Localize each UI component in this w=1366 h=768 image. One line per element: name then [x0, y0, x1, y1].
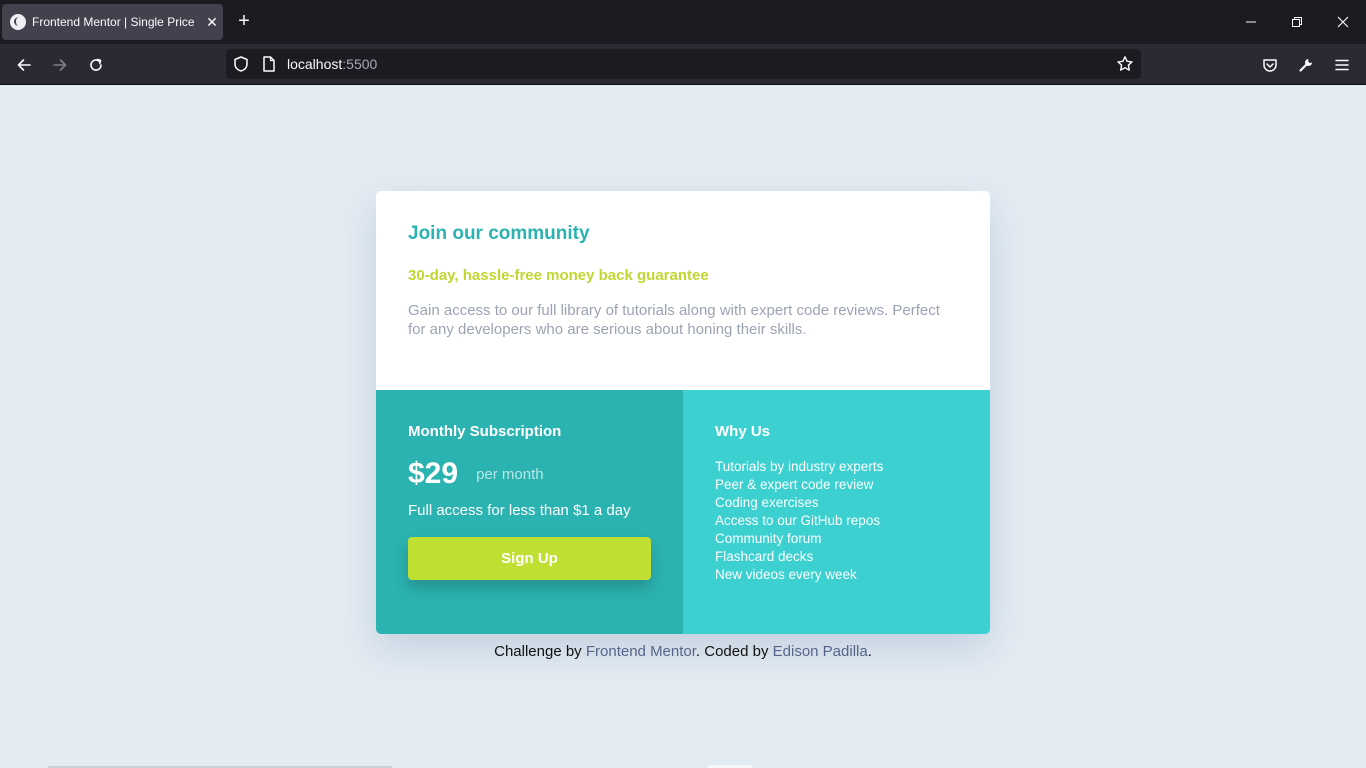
frontend-mentor-link[interactable]: Frontend Mentor	[586, 643, 696, 660]
price-period: per month	[476, 465, 544, 483]
reload-icon[interactable]	[83, 52, 109, 78]
restore-window-icon[interactable]	[1285, 10, 1309, 34]
list-item: Community forum	[715, 531, 822, 546]
browser-tab[interactable]: Frontend Mentor | Single Price Grid Comp…	[2, 4, 223, 40]
price-note: Full access for less than $1 a day	[408, 502, 631, 519]
browser-toolbar: localhost:5500	[0, 44, 1366, 85]
card-title: Join our community	[408, 223, 590, 244]
menu-icon[interactable]	[1329, 52, 1355, 78]
list-item: Coding exercises	[715, 495, 819, 510]
minimize-window-icon[interactable]	[1239, 10, 1263, 34]
benefits-list: Tutorials by industry experts Peer & exp…	[715, 458, 883, 584]
page-icon[interactable]	[261, 55, 277, 78]
wrench-icon[interactable]	[1293, 52, 1319, 78]
attribution-suffix: .	[867, 643, 872, 660]
shield-icon[interactable]	[232, 55, 250, 78]
author-link[interactable]: Edison Padilla	[773, 643, 868, 660]
pocket-icon[interactable]	[1257, 52, 1283, 78]
card-description: Gain access to our full library of tutor…	[408, 302, 940, 338]
url-host: localhost	[287, 56, 343, 72]
url-text[interactable]: localhost:5500	[287, 56, 377, 72]
pricing-card: Join our community 30-day, hassle-free m…	[376, 191, 990, 634]
url-port: :5500	[342, 56, 378, 72]
back-arrow-icon[interactable]	[11, 52, 37, 78]
bookmark-star-icon[interactable]	[1116, 55, 1134, 78]
browser-tab-bar: Frontend Mentor | Single Price Grid Comp…	[0, 0, 1366, 44]
tab-title: Frontend Mentor | Single Price Grid Comp…	[32, 15, 196, 29]
price-row: $29 per month	[408, 457, 544, 491]
why-us-section: Why Us Tutorials by industry experts Pee…	[683, 390, 990, 634]
attribution-middle: . Coded by	[695, 643, 773, 660]
list-item: Peer & expert code review	[715, 477, 874, 492]
forward-arrow-icon[interactable]	[47, 52, 73, 78]
community-section: Join our community 30-day, hassle-free m…	[376, 191, 990, 390]
url-bar[interactable]: localhost:5500	[226, 49, 1141, 79]
guarantee-subtitle: 30-day, hassle-free money back guarantee	[408, 267, 709, 284]
list-item: Tutorials by industry experts	[715, 459, 884, 474]
new-tab-button[interactable]: +	[232, 10, 256, 34]
price-amount: $29	[408, 457, 459, 490]
attribution-prefix: Challenge by	[494, 643, 586, 660]
subscription-section: Monthly Subscription $29 per month Full …	[376, 390, 683, 634]
list-item: Access to our GitHub repos	[715, 513, 881, 528]
tab-close-icon[interactable]: ✕	[204, 14, 220, 30]
list-item: New videos every week	[715, 567, 857, 582]
why-us-heading: Why Us	[715, 423, 771, 440]
favicon-icon	[10, 14, 26, 30]
attribution: Challenge by Frontend Mentor. Coded by E…	[0, 643, 1366, 660]
list-item: Flashcard decks	[715, 549, 814, 564]
close-window-icon[interactable]	[1331, 10, 1355, 34]
subscription-heading: Monthly Subscription	[408, 423, 562, 440]
sign-up-button[interactable]: Sign Up	[408, 537, 651, 580]
